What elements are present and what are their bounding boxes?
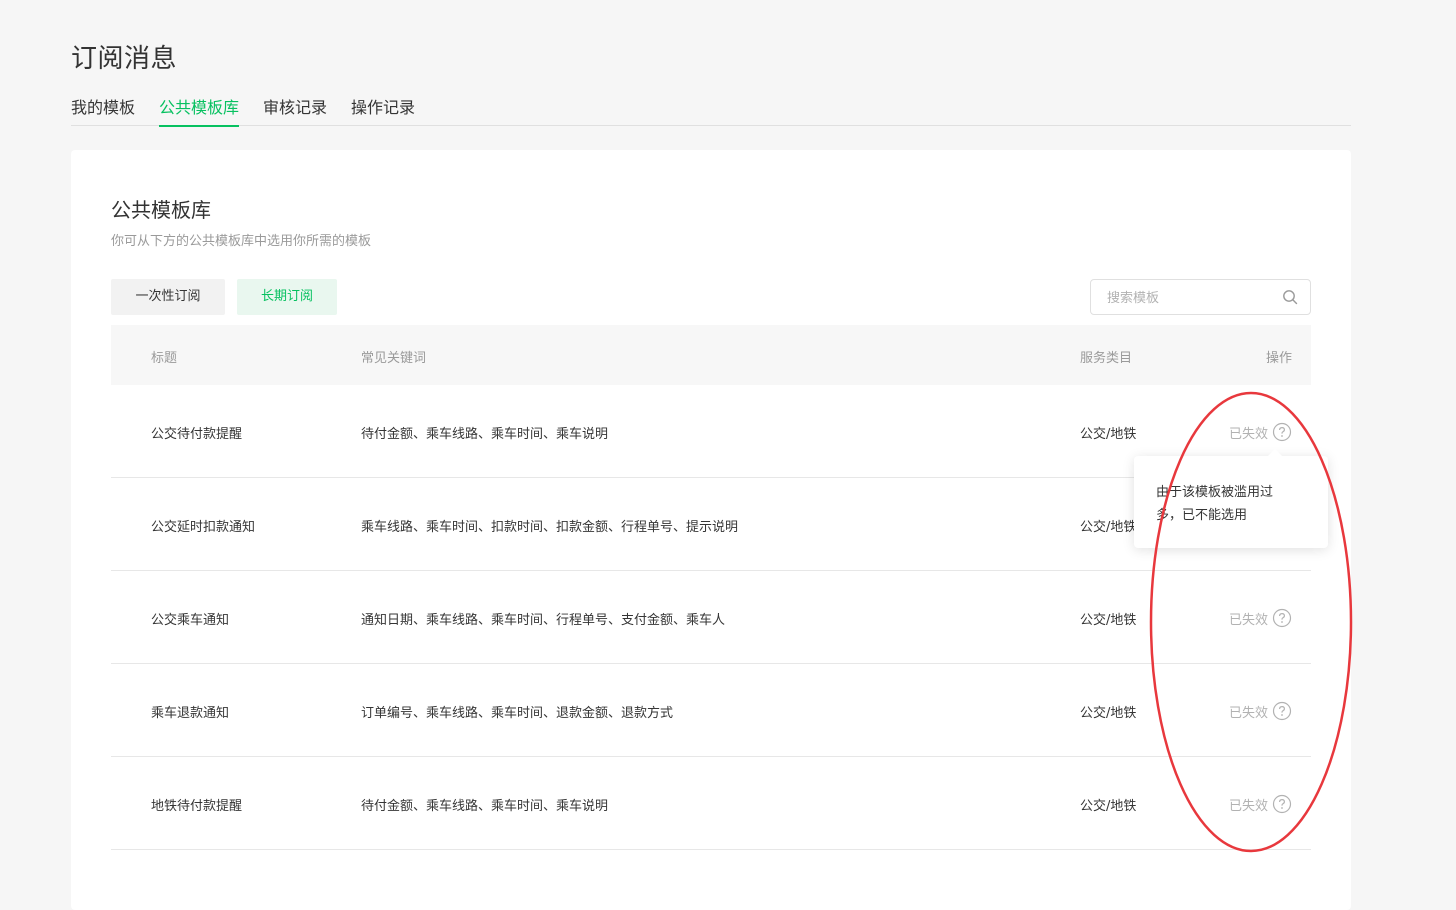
- long-term-subscription-button[interactable]: 长期订阅: [237, 279, 337, 315]
- row-category: 公交/地铁: [1080, 799, 1137, 814]
- row-category: 公交/地铁: [1080, 613, 1137, 628]
- status-label: 已失效: [1228, 705, 1268, 721]
- row-status: 已失效: [1229, 422, 1292, 442]
- row-title: 乘车退款通知: [151, 706, 230, 721]
- table-row: 地铁待付款提醒 待付金额、乘车线路、乘车时间、乘车说明 公交/地铁 已失效: [111, 757, 1311, 850]
- one-time-subscription-button[interactable]: 一次性订阅: [111, 279, 225, 315]
- tooltip-line: 多，已不能选用: [1156, 508, 1248, 523]
- row-keywords: 待付金额、乘车线路、乘车时间、乘车说明: [361, 427, 609, 442]
- help-circle-icon[interactable]: [1272, 794, 1292, 814]
- row-category: 公交/地铁: [1080, 706, 1137, 721]
- header-category: 服务类目: [1080, 351, 1133, 366]
- row-title: 公交延时扣款通知: [151, 520, 256, 535]
- row-keywords: 订单编号、乘车线路、乘车时间、退款金额、退款方式: [361, 706, 674, 721]
- status-label: 已失效: [1228, 426, 1268, 442]
- section-description: 你可从下方的公共模板库中选用你所需的模板: [111, 234, 372, 249]
- table-header: 标题 常见关键词 服务类目 操作: [111, 325, 1311, 385]
- table-row: 公交乘车通知 通知日期、乘车线路、乘车时间、行程单号、支付金额、乘车人 公交/地…: [111, 571, 1311, 664]
- search-icon[interactable]: [1282, 289, 1298, 305]
- row-keywords: 待付金额、乘车线路、乘车时间、乘车说明: [361, 799, 609, 814]
- header-keywords: 常见关键词: [361, 351, 427, 366]
- table-row: 公交延时扣款通知 乘车线路、乘车时间、扣款时间、扣款金额、行程单号、提示说明 公…: [111, 478, 1311, 571]
- disabled-reason-tooltip: 由于该模板被滥用过 多，已不能选用: [1134, 449, 1328, 548]
- row-title: 公交乘车通知: [151, 613, 230, 628]
- row-keywords: 通知日期、乘车线路、乘车时间、行程单号、支付金额、乘车人: [361, 613, 726, 628]
- row-category: 公交/地铁: [1080, 427, 1137, 442]
- page-title: 订阅消息: [71, 44, 178, 74]
- help-circle-icon[interactable]: [1272, 701, 1292, 721]
- tab-operation-records[interactable]: 操作记录: [351, 96, 415, 126]
- row-status: 已失效: [1229, 794, 1292, 814]
- help-circle-icon[interactable]: [1272, 422, 1292, 442]
- search-input[interactable]: [1107, 288, 1277, 308]
- table-row: 乘车退款通知 订单编号、乘车线路、乘车时间、退款金额、退款方式 公交/地铁 已失…: [111, 664, 1311, 757]
- tab-my-templates[interactable]: 我的模板: [71, 96, 135, 126]
- row-category: 公交/地铁: [1080, 520, 1137, 535]
- header-action: 操作: [1265, 351, 1292, 366]
- status-label: 已失效: [1228, 612, 1268, 628]
- status-label: 已失效: [1228, 798, 1268, 814]
- section-title: 公共模板库: [111, 198, 211, 222]
- row-keywords: 乘车线路、乘车时间、扣款时间、扣款金额、行程单号、提示说明: [361, 520, 739, 535]
- search-box[interactable]: [1090, 279, 1311, 315]
- tab-bar: 我的模板 公共模板库 审核记录 操作记录: [71, 96, 1351, 127]
- tab-public-library[interactable]: 公共模板库: [159, 96, 240, 127]
- row-status: 已失效: [1229, 701, 1292, 721]
- help-circle-icon[interactable]: [1272, 608, 1292, 628]
- row-title: 公交待付款提醒: [151, 427, 243, 442]
- row-title: 地铁待付款提醒: [151, 799, 243, 814]
- template-table: 标题 常见关键词 服务类目 操作 公交待付款提醒 待付金额、乘车线路、乘车时间、…: [111, 325, 1311, 850]
- tab-review-records[interactable]: 审核记录: [263, 96, 327, 126]
- row-status: 已失效: [1229, 608, 1292, 628]
- table-row: 公交待付款提醒 待付金额、乘车线路、乘车时间、乘车说明 公交/地铁 已失效: [111, 385, 1311, 478]
- tooltip-line: 由于该模板被滥用过: [1156, 485, 1274, 500]
- header-title: 标题: [151, 351, 178, 366]
